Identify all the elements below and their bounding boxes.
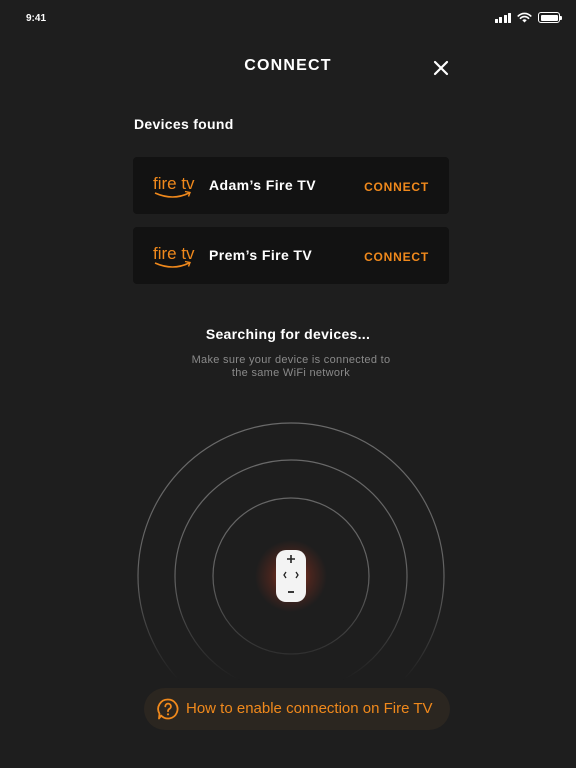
fire-tv-logo: fire tv: [153, 244, 195, 268]
status-bar: 9:41: [0, 0, 576, 36]
close-icon[interactable]: [430, 57, 452, 79]
wifi-hint: Make sure your device is connected to th…: [188, 354, 394, 380]
wifi-icon: [517, 12, 532, 23]
connect-button[interactable]: CONNECT: [364, 180, 429, 194]
device-name: Adam’s Fire TV: [209, 177, 316, 193]
fire-tv-logo: fire tv: [153, 174, 195, 198]
remote-control-icon: [276, 550, 306, 602]
searching-status: Searching for devices...: [205, 326, 371, 342]
page-title: CONNECT: [244, 57, 332, 74]
help-icon: [157, 698, 179, 720]
wifi-hint-line2: the same WiFi network: [231, 367, 351, 379]
status-time: 9:41: [26, 13, 47, 24]
battery-icon: [538, 12, 562, 23]
status-icons: [494, 12, 562, 23]
device-name: Prem’s Fire TV: [209, 247, 313, 263]
device-card[interactable]: fire tv Adam’s Fire TV CONNECT: [133, 157, 449, 214]
devices-found-label: Devices found: [134, 116, 234, 132]
fire-tv-logo-text: fire tv: [153, 244, 195, 263]
battery-level: [540, 14, 558, 21]
wifi-hint-line1: Make sure your device is connected to: [191, 354, 391, 366]
close-button[interactable]: [430, 57, 452, 79]
cellular-signal-icon: [494, 12, 511, 23]
help-label[interactable]: How to enable connection on Fire TV: [186, 700, 433, 717]
fire-tv-logo-text: fire tv: [153, 174, 195, 193]
device-card[interactable]: fire tv Prem’s Fire TV CONNECT: [133, 227, 449, 284]
help-button[interactable]: How to enable connection on Fire TV: [144, 688, 450, 730]
connect-button[interactable]: CONNECT: [364, 250, 429, 264]
search-radar-illustration: [137, 422, 445, 680]
